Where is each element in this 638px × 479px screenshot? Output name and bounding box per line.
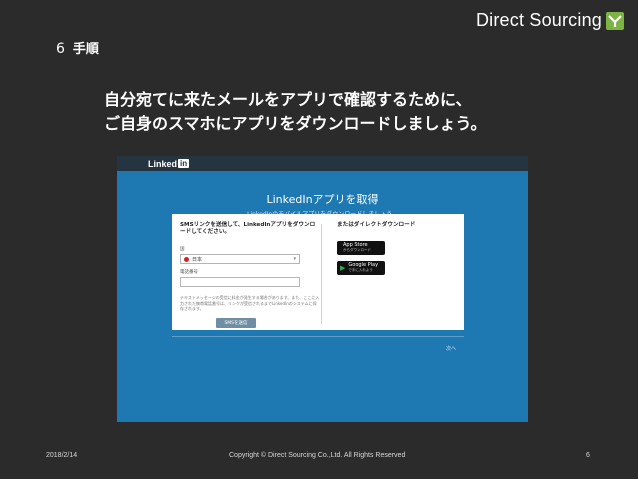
google-play-sub: で手に入れよう <box>348 268 373 272</box>
step-number: 6 <box>56 41 65 57</box>
send-sms-button[interactable]: SMSを送信 <box>216 317 256 328</box>
download-card: SMSリンクを送信して、LinkedInアプリをダウンロードしてください。 国 … <box>172 214 464 330</box>
google-play-button[interactable]: ▶ Google Play で手に入れよう <box>337 261 385 275</box>
sms-fine-print: テキストメッセージの受信に料金が発生する場合があります。また、ここに入力された携… <box>180 295 320 311</box>
brand-logo: Direct Sourcing <box>476 10 624 31</box>
direct-download-section: またはダイレクトダウンロード App Store からダウンロード ▶ Goog… <box>337 222 457 275</box>
headline: 自分宛てに来たメールをアプリで確認するために、 ご自身のスマホにアプリをダウンロ… <box>104 88 487 136</box>
footer-page-number: 6 <box>586 452 590 459</box>
country-value: 日本 <box>192 256 203 263</box>
app-store-sub: からダウンロード <box>343 248 371 252</box>
linkedin-app-screenshot: Linked in LinkedInアプリを取得 LinkedInのモバイルアプ… <box>117 156 528 422</box>
country-label: 国 <box>180 247 185 252</box>
linkedin-logo-box: in <box>178 159 190 168</box>
brand-logo-icon <box>606 11 624 30</box>
card-divider <box>321 224 322 324</box>
phone-number-input[interactable] <box>180 277 300 287</box>
direct-download-heading: またはダイレクトダウンロード <box>337 222 416 228</box>
linkedin-logo-text: Linked <box>148 158 178 169</box>
country-select[interactable]: 日本 ▾ <box>180 254 300 264</box>
footer-date: 2018/2/14 <box>46 452 78 459</box>
step-title: 手順 <box>72 42 99 57</box>
linkedin-header-bar: Linked in <box>117 156 528 171</box>
step-heading: 6 手順 <box>56 38 99 57</box>
linkedin-page-title: LinkedInアプリを取得 <box>266 193 379 206</box>
app-store-button[interactable]: App Store からダウンロード <box>337 241 385 255</box>
chevron-down-icon: ▾ <box>293 256 296 262</box>
linkedin-logo: Linked in <box>148 158 190 169</box>
brand-name: Direct Sourcing <box>475 10 602 30</box>
google-play-icon: ▶ <box>340 263 346 272</box>
headline-line-2: ご自身のスマホにアプリをダウンロードしましょう。 <box>104 114 487 133</box>
sms-heading: SMSリンクを送信して、LinkedInアプリをダウンロードしてください。 <box>180 222 316 235</box>
headline-line-1: 自分宛てに来たメールをアプリで確認するために、 <box>104 90 472 109</box>
next-link[interactable]: 次へ <box>446 345 456 352</box>
footer-divider-line <box>172 336 464 337</box>
sms-section: SMSリンクを送信して、LinkedInアプリをダウンロードしてください。 国 … <box>180 222 320 328</box>
japan-flag-icon <box>184 256 189 262</box>
footer-copyright: Copyright © Direct Sourcing Co.,Ltd. All… <box>229 452 406 459</box>
phone-label: 電話番号 <box>180 270 198 275</box>
